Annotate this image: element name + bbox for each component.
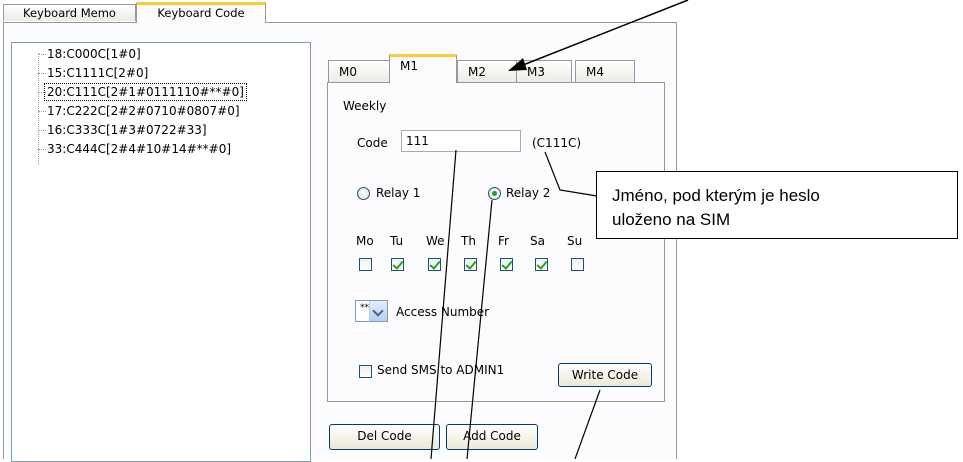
pointer-line-name — [544, 151, 598, 197]
tab-m1[interactable]: M1 — [389, 54, 457, 83]
pointer-line-write — [574, 389, 601, 459]
arrow-line-tabs — [517, 0, 689, 68]
arrow-head-tabs — [508, 58, 527, 71]
tab-keyboard-code[interactable]: Keyboard Code — [136, 2, 266, 23]
pointer-line-relay — [466, 199, 493, 459]
annotation-pointer-lines — [430, 0, 689, 459]
pointer-line-code — [430, 149, 457, 459]
